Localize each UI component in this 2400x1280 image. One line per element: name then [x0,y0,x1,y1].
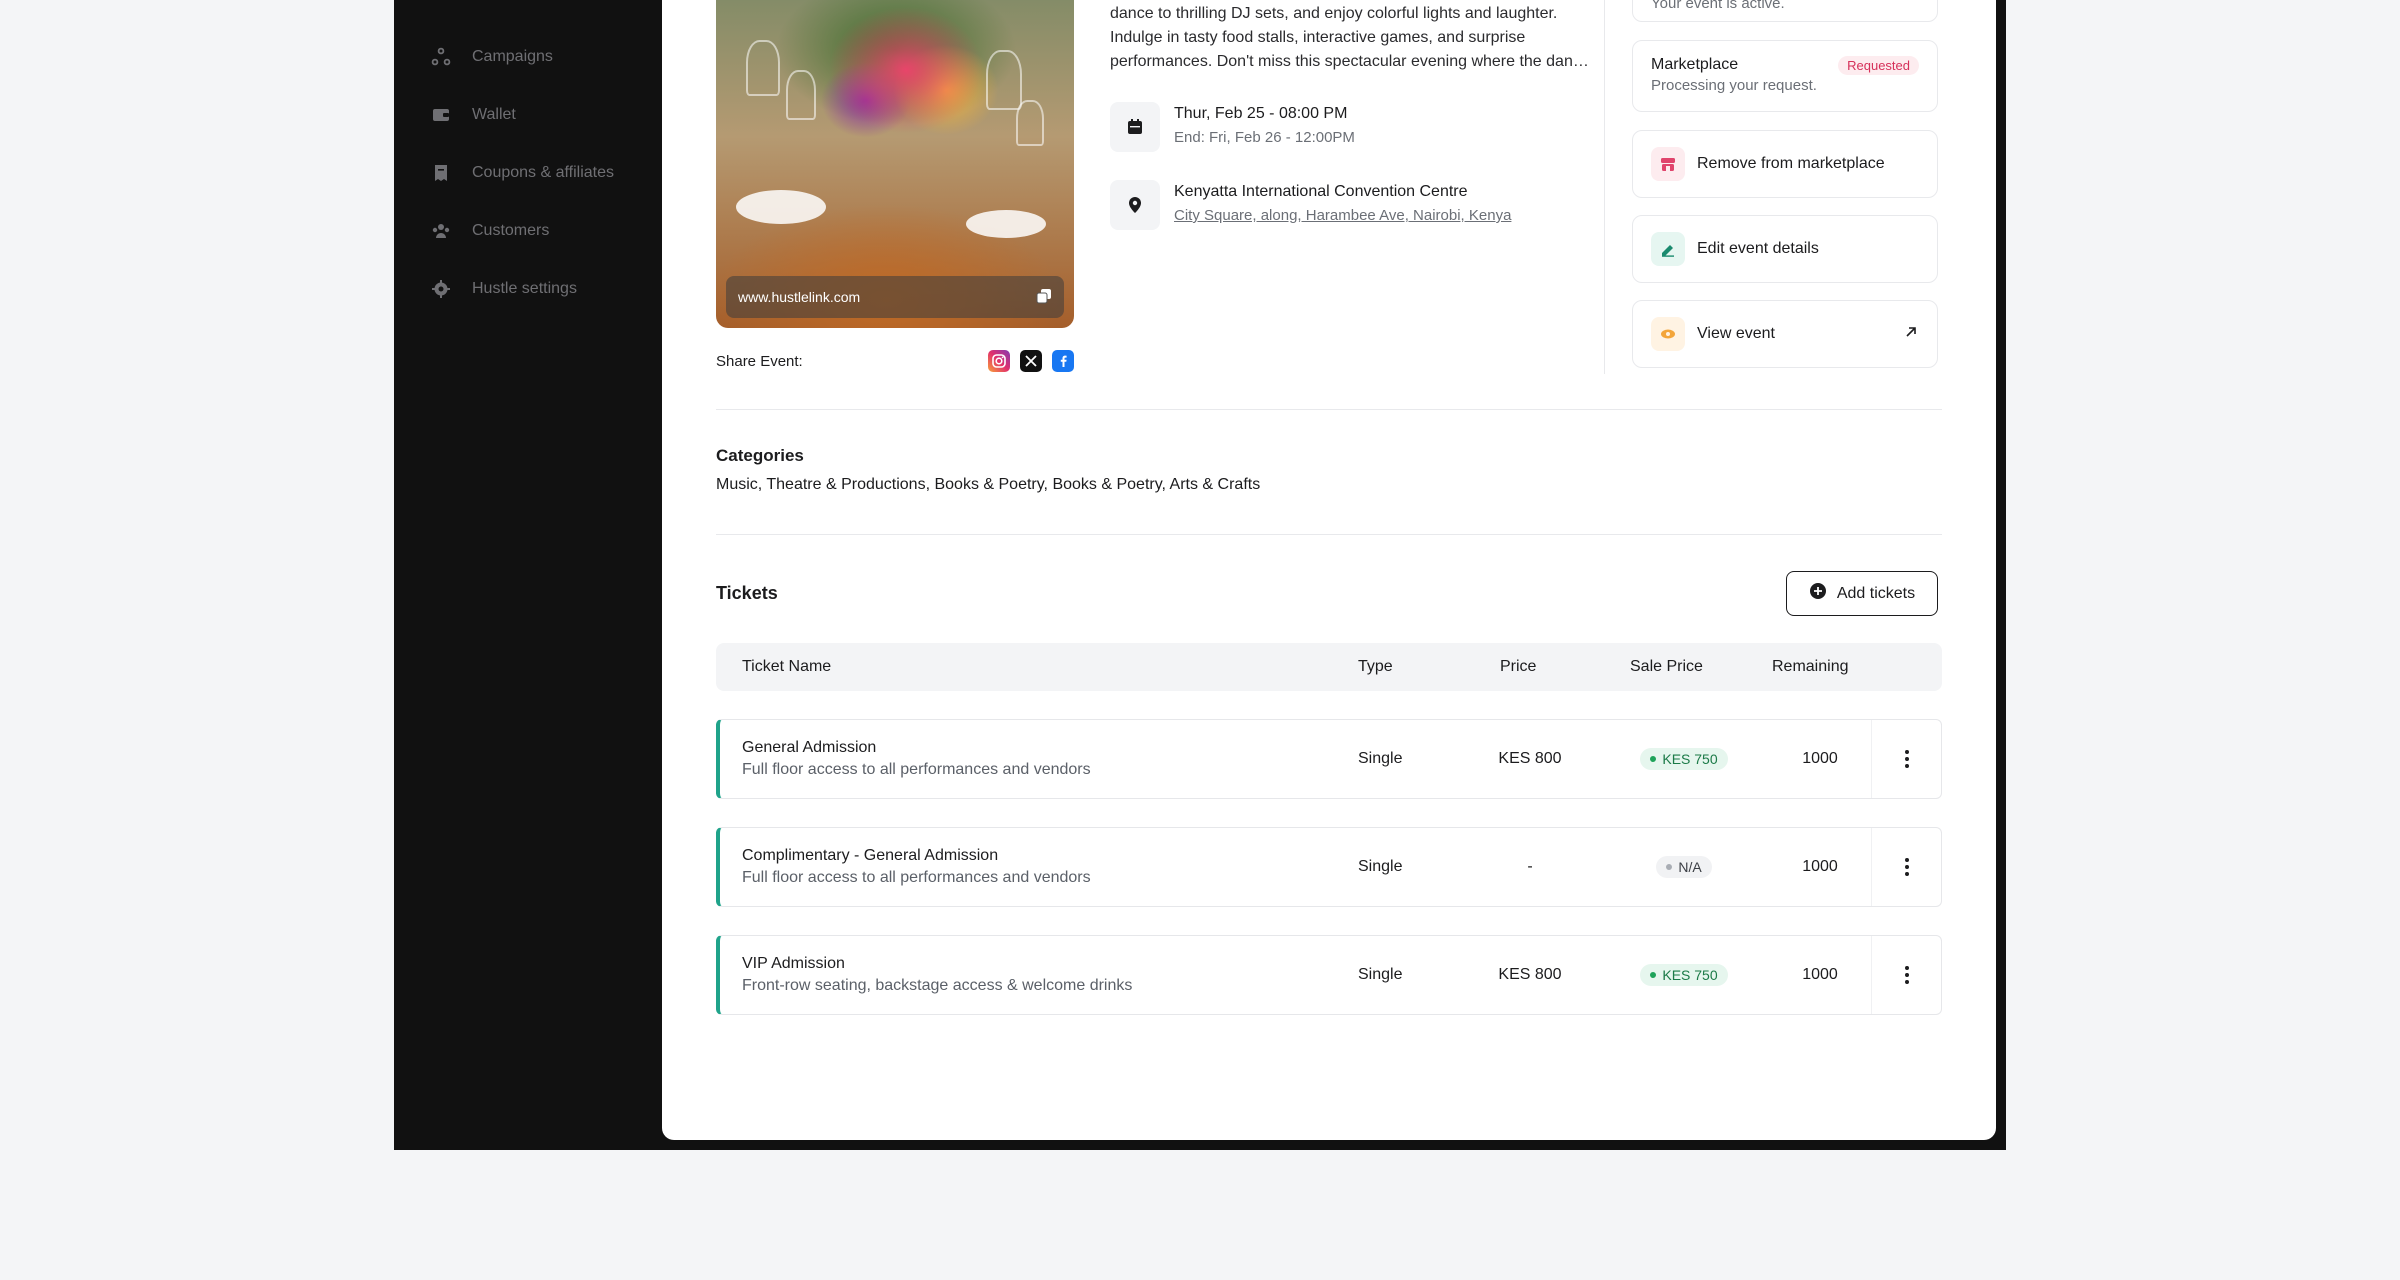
sidebar-item-label: Customers [472,222,550,239]
sidebar-item-campaigns[interactable]: Campaigns [394,28,662,86]
sale-price-value: KES 750 [1662,751,1718,767]
ticket-description: Full floor access to all performances an… [742,761,1091,778]
sidebar-item-label: Wallet [472,106,516,123]
row-menu-kebab-icon[interactable] [1871,936,1941,1014]
categories-list: Music, Theatre & Productions, Books & Po… [716,476,1261,493]
tickets-title: Tickets [716,583,778,603]
facebook-icon[interactable] [1052,350,1074,372]
ticket-type: Single [1358,750,1403,767]
description-line: Indulge in tasty food stalls, interactiv… [1110,29,1526,46]
add-tickets-button[interactable]: Add tickets [1786,571,1938,616]
remove-from-marketplace-button[interactable]: Remove from marketplace [1632,130,1938,198]
sidebar: Campaigns Wallet Coupons & affiliates Cu… [394,0,662,1150]
col-ticket-name: Ticket Name [742,658,832,675]
ticket-type: Single [1358,966,1403,983]
description-line: dance to thrilling DJ sets, and enjoy co… [1110,5,1558,22]
sidebar-item-coupons[interactable]: Coupons & affiliates [394,144,662,202]
sale-price-value: KES 750 [1662,967,1718,983]
share-event-label: Share Event: [716,352,803,370]
event-url: www.hustlelink.com [738,289,861,305]
ticket-remaining: 1000 [1802,858,1838,875]
coupon-icon [430,162,452,184]
table-row[interactable]: General Admission Full floor access to a… [716,719,1942,799]
x-twitter-icon[interactable] [1020,350,1042,372]
sale-price-badge: KES 750 [1640,964,1728,986]
event-end: End: Fri, Feb 26 - 12:00PM [1174,129,1355,146]
eye-icon [1651,317,1685,351]
event-description: dance to thrilling DJ sets, and enjoy co… [1110,2,1590,74]
store-icon [1651,147,1685,181]
sale-price-badge: N/A [1656,856,1712,878]
remove-label: Remove from marketplace [1697,155,1885,172]
add-tickets-label: Add tickets [1836,584,1916,602]
ticket-name: Complimentary - General Admission [742,847,999,864]
row-menu-kebab-icon[interactable] [1871,720,1941,798]
edit-pen-icon [1651,232,1685,266]
sidebar-item-label: Hustle settings [472,280,577,297]
description-line: performances. Don't miss this spectacula… [1110,53,1590,70]
copy-icon[interactable] [1036,288,1052,307]
wallet-icon [430,104,452,126]
marketplace-subtext: Processing your request. [1651,76,1817,94]
tickets-table-header: Ticket Name Type Price Sale Price Remain… [716,643,1942,691]
event-status-card: Your event is active. [1632,0,1938,22]
event-date-row: Thur, Feb 25 - 08:00 PM End: Fri, Feb 26… [1110,102,1355,152]
marketplace-status-badge: Requested [1838,55,1919,75]
sidebar-item-label: Coupons & affiliates [472,164,615,181]
table-row[interactable]: Complimentary - General Admission Full f… [716,827,1942,907]
instagram-icon[interactable] [988,350,1010,372]
campaigns-icon [430,46,452,68]
event-venue: Kenyatta International Convention Centre [1174,183,1468,200]
sidebar-item-hustle-settings[interactable]: Hustle settings [394,260,662,318]
sale-price-badge: KES 750 [1640,748,1728,770]
ticket-name: General Admission [742,739,877,756]
ticket-price: - [1527,858,1533,875]
col-type: Type [1358,658,1393,675]
section-divider [716,534,1942,535]
calendar-icon [1110,102,1160,152]
settings-icon [430,278,452,300]
ticket-remaining: 1000 [1802,750,1838,767]
sale-price-value: N/A [1678,859,1702,875]
categories-title: Categories [716,446,804,465]
sidebar-item-customers[interactable]: Customers [394,202,662,260]
app-frame: Campaigns Wallet Coupons & affiliates Cu… [394,0,2006,1150]
customers-icon [430,220,452,242]
plus-circle-icon [1809,582,1827,605]
ticket-name: VIP Admission [742,955,845,972]
event-detail-panel: www.hustlelink.com Share Event: dance to… [662,0,1996,1140]
ticket-description: Front-row seating, backstage access & we… [742,977,1133,994]
ticket-type: Single [1358,858,1403,875]
row-menu-kebab-icon[interactable] [1871,828,1941,906]
view-event-button[interactable]: View event [1632,300,1938,368]
col-remaining: Remaining [1772,658,1849,675]
ticket-remaining: 1000 [1802,966,1838,983]
sidebar-item-label: Campaigns [472,48,553,65]
event-cover-image: www.hustlelink.com [716,0,1074,328]
column-divider [1604,0,1605,374]
marketplace-card: Marketplace Requested Processing your re… [1632,40,1938,112]
sidebar-item-wallet[interactable]: Wallet [394,86,662,144]
table-row[interactable]: VIP Admission Front-row seating, backsta… [716,935,1942,1015]
share-event-row: Share Event: [716,348,1074,374]
event-active-text: Your event is active. [1651,0,1785,12]
event-url-bar[interactable]: www.hustlelink.com [726,276,1064,318]
event-start: Thur, Feb 25 - 08:00 PM [1174,105,1348,122]
col-sale-price: Sale Price [1630,658,1703,675]
ticket-description: Full floor access to all performances an… [742,869,1091,886]
view-label: View event [1697,325,1775,342]
external-link-arrow-icon [1903,324,1919,345]
marketplace-title: Marketplace [1651,56,1739,73]
location-pin-icon [1110,180,1160,230]
event-location-row: Kenyatta International Convention Centre… [1110,180,1511,230]
section-divider [716,409,1942,410]
event-address-link[interactable]: City Square, along, Harambee Ave, Nairob… [1174,204,1511,228]
ticket-price: KES 800 [1498,966,1562,983]
col-price: Price [1500,658,1537,675]
edit-label: Edit event details [1697,240,1819,257]
ticket-price: KES 800 [1498,750,1562,767]
edit-event-details-button[interactable]: Edit event details [1632,215,1938,283]
